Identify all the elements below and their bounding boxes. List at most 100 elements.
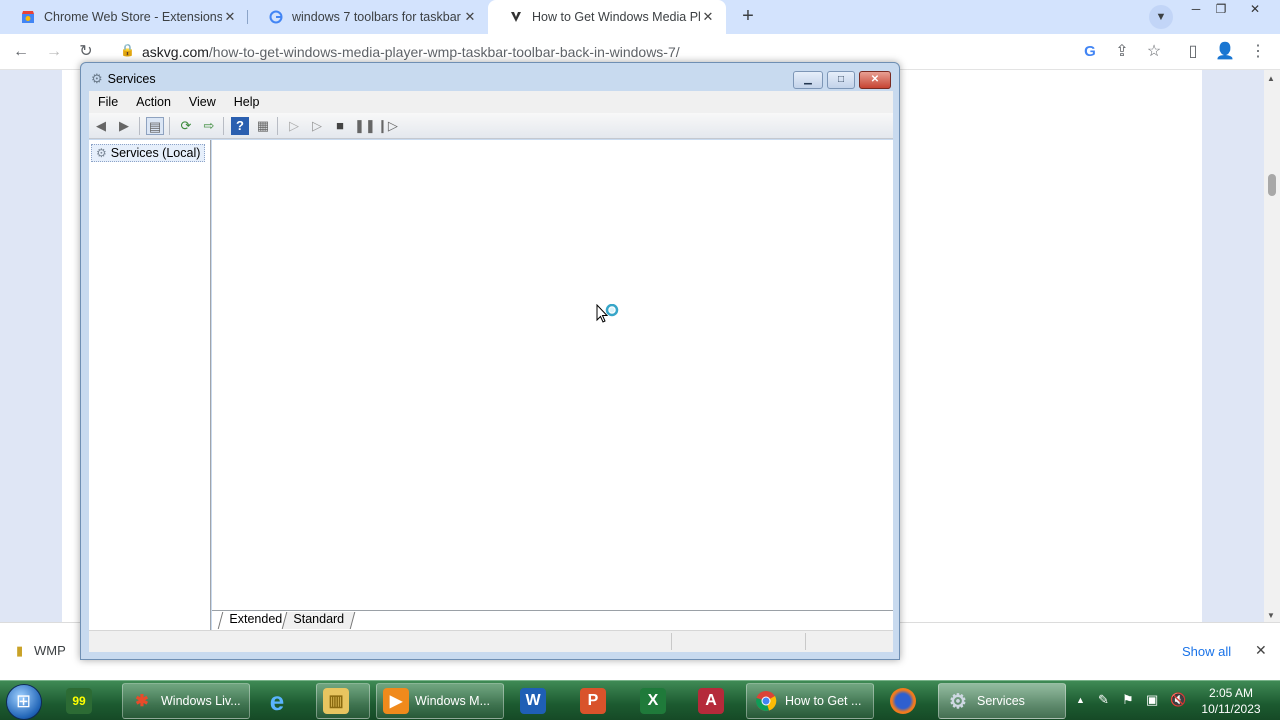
more-menu-icon[interactable]: ⋮ [1247, 41, 1269, 63]
tab-title: How to Get Windows Media Play [532, 10, 700, 24]
url-text: askvg.com/how-to-get-windows-media-playe… [142, 44, 680, 60]
tree-node-services-local[interactable]: ⚙ Services (Local) [91, 144, 206, 162]
download-item-label: WMP [34, 643, 66, 658]
menu-file[interactable]: File [89, 95, 127, 109]
pen-icon[interactable]: ✎ [1098, 692, 1109, 708]
forward-arrow-icon[interactable]: → [43, 41, 65, 63]
chrome-web-store-icon [20, 9, 36, 25]
menu-help[interactable]: Help [225, 95, 269, 109]
share-icon[interactable]: ⇪ [1111, 41, 1133, 63]
word-icon: W [520, 688, 546, 714]
services-icon: ⚙ [949, 690, 967, 713]
busy-cursor-icon [596, 303, 622, 326]
tab-close-icon[interactable]: ✕ [462, 9, 478, 25]
show-all-button[interactable]: Show all [1182, 644, 1231, 659]
taskbar-item-access[interactable]: A [698, 683, 730, 719]
close-window-button[interactable]: ✕ [1240, 0, 1270, 18]
mmc-toolbar: ◀ ▶ ▤ ⟳ ⇨ ? ▦ ▷ ▷ ■ ❚❚ ❙▷ [89, 113, 893, 139]
reload-icon[interactable]: ↻ [75, 41, 97, 63]
console-tree: ⚙ Services (Local) [89, 140, 211, 630]
browser-tab-strip: Chrome Web Store - Extensions ✕ windows … [0, 0, 1280, 34]
maximize-button[interactable]: □ [827, 71, 855, 89]
restart-service-icon[interactable]: ❙▷ [377, 117, 398, 135]
chrome-icon [753, 688, 779, 714]
tab-chrome-web-store[interactable]: Chrome Web Store - Extensions ✕ [0, 0, 248, 34]
start-service-alt-icon[interactable]: ▷ [308, 117, 326, 135]
firefox-icon [890, 688, 916, 714]
google-icon [268, 9, 284, 25]
taskbar-item-label: Services [977, 694, 1025, 708]
page-scrollbar[interactable]: ▲ ▼ [1264, 70, 1280, 622]
start-service-icon[interactable]: ▷ [285, 117, 303, 135]
taskbar-item-firefox[interactable] [890, 683, 922, 719]
stop-service-icon[interactable]: ■ [331, 117, 349, 135]
tab-standard[interactable]: Standard [281, 612, 356, 629]
taskbar-item-chrome[interactable]: How to Get ... [746, 683, 874, 719]
tab-askvg-article[interactable]: How to Get Windows Media Play ✕ [488, 0, 726, 34]
tab-close-icon[interactable]: ✕ [700, 9, 716, 25]
lock-icon: 🔒 [120, 43, 135, 57]
taskbar-item-ie[interactable]: e [264, 683, 296, 719]
powerpoint-icon: P [580, 688, 606, 714]
restore-window-button[interactable]: ❐ [1206, 0, 1236, 18]
close-download-bar-icon[interactable]: ✕ [1255, 642, 1267, 659]
profile-icon[interactable]: 👤 [1214, 41, 1236, 63]
taskbar-item-label: Windows Liv... [161, 694, 241, 708]
taskbar-item-windows-live[interactable]: ✱ Windows Liv... [122, 683, 250, 719]
help-icon[interactable]: ? [231, 117, 249, 135]
menu-action[interactable]: Action [127, 95, 180, 109]
side-panel-icon[interactable]: ▯ [1182, 41, 1204, 63]
download-item[interactable]: ▮ WMP [16, 643, 66, 659]
taskbar-item-label: Windows M... [415, 694, 491, 708]
tab-search-dropdown-icon[interactable]: ▼ [1149, 5, 1173, 29]
excel-icon: X [640, 688, 666, 714]
menu-view[interactable]: View [180, 95, 225, 109]
network-icon[interactable]: ▣ [1146, 692, 1158, 708]
windows-live-icon: ✱ [135, 693, 149, 710]
tab-title: windows 7 toolbars for taskbar - [292, 10, 462, 24]
back-icon[interactable]: ◀ [92, 117, 110, 135]
window-caption: ⚙ Services [91, 71, 156, 87]
file-icon: ▮ [16, 643, 24, 658]
taskbar-item-excel[interactable]: X [640, 683, 672, 719]
taskbar-pinned-app[interactable]: 99 [66, 683, 98, 719]
pause-service-icon[interactable]: ❚❚ [354, 117, 376, 135]
show-hide-console-tree-icon[interactable]: ▤ [146, 117, 164, 135]
volume-muted-icon[interactable]: 🔇 [1170, 692, 1186, 708]
properties-icon[interactable]: ▦ [254, 117, 272, 135]
google-lens-icon[interactable]: G [1079, 41, 1101, 63]
system-clock[interactable]: 2:05 AM 10/11/2023 [1196, 685, 1266, 717]
services-gear-icon: ⚙ [91, 71, 103, 86]
scroll-down-icon[interactable]: ▼ [1267, 611, 1275, 620]
tree-node-label: Services (Local) [110, 146, 201, 160]
taskbar-item-services[interactable]: ⚙ Services [938, 683, 1066, 719]
askvg-icon [508, 9, 524, 25]
window-title: Services [107, 72, 156, 86]
details-pane [212, 140, 893, 610]
bookmark-star-icon[interactable]: ☆ [1143, 41, 1165, 63]
forward-icon[interactable]: ▶ [115, 117, 133, 135]
tab-google-search[interactable]: windows 7 toolbars for taskbar - ✕ [248, 0, 488, 34]
new-tab-button[interactable]: + [737, 5, 759, 27]
export-list-icon[interactable]: ⇨ [200, 117, 218, 135]
services-window: ⚙ Services ▁ □ ✕ File Action View Help ◀… [80, 62, 900, 660]
windows-media-player-icon: ▶ [383, 688, 409, 714]
file-explorer-icon: ▥ [323, 688, 349, 714]
taskbar-item-wmp[interactable]: ▶ Windows M... [376, 683, 504, 719]
menu-bar: File Action View Help [89, 91, 893, 113]
minimize-button[interactable]: ▁ [793, 71, 823, 89]
internet-explorer-icon: e [269, 685, 285, 716]
show-hidden-icons-icon[interactable]: ▲ [1076, 695, 1085, 705]
refresh-icon[interactable]: ⟳ [177, 117, 195, 135]
start-button[interactable] [6, 684, 42, 720]
back-arrow-icon[interactable]: ← [10, 41, 32, 63]
close-button[interactable]: ✕ [859, 71, 891, 89]
taskbar-item-explorer[interactable]: ▥ [316, 683, 370, 719]
scroll-up-icon[interactable]: ▲ [1267, 74, 1275, 83]
taskbar-item-powerpoint[interactable]: P [580, 683, 612, 719]
taskbar-item-word[interactable]: W [520, 683, 552, 719]
services-gear-icon: ⚙ [96, 146, 107, 160]
tab-close-icon[interactable]: ✕ [222, 9, 238, 25]
action-center-icon[interactable]: ⚑ [1122, 692, 1134, 708]
scrollbar-thumb[interactable] [1268, 174, 1276, 196]
